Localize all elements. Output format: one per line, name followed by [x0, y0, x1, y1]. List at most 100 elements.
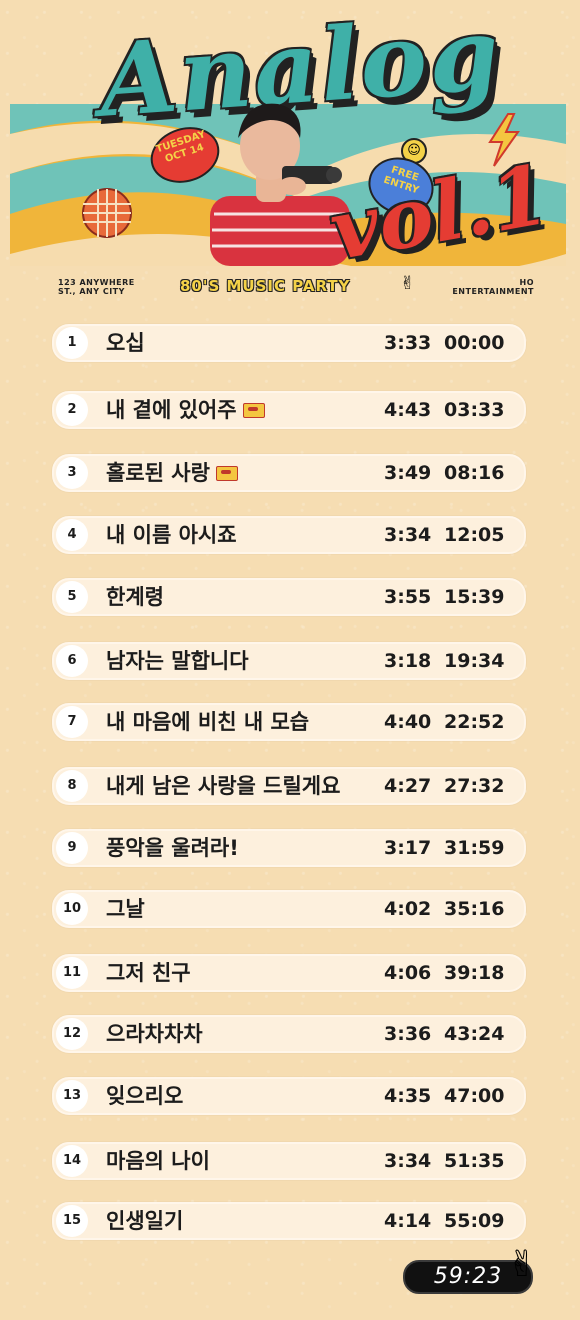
- track-start-time: 00:00: [444, 332, 505, 354]
- track-number: 10: [56, 893, 88, 925]
- track-title: 내 곁에 있어주: [106, 393, 265, 427]
- track-duration: 3:49: [384, 462, 432, 484]
- track-start-time: 19:34: [444, 650, 505, 672]
- track-number: 9: [56, 832, 88, 864]
- track-title-text: 내 마음에 비친 내 모습: [106, 710, 310, 734]
- track-row[interactable]: 14 마음의 나이 3:34 51:35: [52, 1142, 526, 1180]
- track-number: 7: [56, 706, 88, 738]
- track-start-time: 51:35: [444, 1150, 505, 1172]
- track-title-text: 내 이름 아시죠: [106, 523, 237, 547]
- track-title: 그날: [106, 892, 145, 926]
- track-row[interactable]: 10 그날 4:02 35:16: [52, 890, 526, 928]
- track-title-text: 홀로된 사랑: [106, 461, 210, 485]
- track-row[interactable]: 3 홀로된 사랑 3:49 08:16: [52, 454, 526, 492]
- track-number: 4: [56, 519, 88, 551]
- track-start-time: 12:05: [444, 524, 505, 546]
- track-title: 한계령: [106, 580, 164, 614]
- track-title-text: 잊으리오: [106, 1084, 184, 1108]
- track-title: 그저 친구: [106, 956, 191, 990]
- track-title-text: 으라차차차: [106, 1022, 203, 1046]
- track-row[interactable]: 12 으라차차차 3:36 43:24: [52, 1015, 526, 1053]
- track-title: 남자는 말합니다: [106, 644, 249, 678]
- track-duration: 3:17: [384, 837, 432, 859]
- track-number: 1: [56, 327, 88, 359]
- venue-address: 123 ANYWHERE ST., ANY CITY: [58, 278, 135, 297]
- track-title-text: 그날: [106, 897, 145, 921]
- track-start-time: 15:39: [444, 586, 505, 608]
- track-start-time: 27:32: [444, 775, 505, 797]
- track-row[interactable]: 6 남자는 말합니다 3:18 19:34: [52, 642, 526, 680]
- disco-ball-icon: [82, 188, 132, 238]
- track-title: 잊으리오: [106, 1079, 183, 1113]
- track-start-time: 08:16: [444, 462, 505, 484]
- track-number: 11: [56, 957, 88, 989]
- organizer: HO ENTERTAINMENT: [446, 278, 534, 297]
- track-title: 내게 남은 사랑을 드릴게요: [106, 769, 340, 803]
- track-row[interactable]: 4 내 이름 아시죠 3:34 12:05: [52, 516, 526, 554]
- track-row[interactable]: 13 잊으리오 4:35 47:00: [52, 1077, 526, 1115]
- track-title: 마음의 나이: [106, 1144, 210, 1178]
- track-duration: 4:43: [384, 399, 432, 421]
- track-title-text: 인생일기: [106, 1209, 184, 1233]
- track-row[interactable]: 1 오십 3:33 00:00: [52, 324, 526, 362]
- track-title-text: 마음의 나이: [106, 1149, 210, 1173]
- track-duration: 3:33: [384, 332, 432, 354]
- track-row[interactable]: 5 한계령 3:55 15:39: [52, 578, 526, 616]
- track-duration: 4:14: [384, 1210, 432, 1232]
- track-number: 12: [56, 1018, 88, 1050]
- track-duration: 4:06: [384, 962, 432, 984]
- track-start-time: 35:16: [444, 898, 505, 920]
- track-title: 풍악을 울려라!: [106, 831, 239, 865]
- track-start-time: 39:18: [444, 962, 505, 984]
- track-duration: 3:55: [384, 586, 432, 608]
- track-title: 인생일기: [106, 1204, 183, 1238]
- track-duration: 4:40: [384, 711, 432, 733]
- track-title-text: 그저 친구: [106, 961, 191, 985]
- cassette-tape-icon: [215, 466, 238, 481]
- track-duration: 4:02: [384, 898, 432, 920]
- track-number: 13: [56, 1080, 88, 1112]
- track-title: 내 마음에 비친 내 모습: [106, 705, 309, 739]
- track-title-text: 한계령: [106, 585, 164, 609]
- track-duration: 4:27: [384, 775, 432, 797]
- track-duration: 3:36: [384, 1023, 432, 1045]
- track-title-text: 오십: [106, 331, 145, 355]
- track-duration: 4:35: [384, 1085, 432, 1107]
- track-start-time: 22:52: [444, 711, 505, 733]
- track-start-time: 55:09: [444, 1210, 505, 1232]
- organizer-line-2: ENTERTAINMENT: [452, 286, 534, 296]
- track-title-text: 내게 남은 사랑을 드릴게요: [106, 774, 341, 798]
- track-title: 오십: [106, 326, 145, 360]
- address-line-2: ST., ANY CITY: [58, 286, 125, 296]
- track-duration: 3:34: [384, 524, 432, 546]
- track-row[interactable]: 8 내게 남은 사랑을 드릴게요 4:27 27:32: [52, 767, 526, 805]
- header-poster: Analog TUESDAY OCT 14 ☺ FREE ENTRY vol.1…: [0, 0, 580, 310]
- track-row[interactable]: 9 풍악을 울려라! 3:17 31:59: [52, 829, 526, 867]
- peace-hand-icon: ✌: [400, 273, 416, 294]
- track-number: 5: [56, 581, 88, 613]
- peace-hand-icon: ✌: [507, 1244, 538, 1285]
- track-start-time: 31:59: [444, 837, 505, 859]
- track-title-text: 내 곁에 있어주: [106, 398, 237, 422]
- track-row[interactable]: 2 내 곁에 있어주 4:43 03:33: [52, 391, 526, 429]
- track-row[interactable]: 11 그저 친구 4:06 39:18: [52, 954, 526, 992]
- track-title: 홀로된 사랑: [106, 456, 238, 490]
- track-number: 8: [56, 770, 88, 802]
- cassette-tape-icon: [242, 403, 265, 418]
- track-number: 6: [56, 645, 88, 677]
- track-duration: 3:34: [384, 1150, 432, 1172]
- track-title-text: 풍악을 울려라!: [106, 836, 239, 860]
- track-title: 내 이름 아시죠: [106, 518, 237, 552]
- track-title: 으라차차차: [106, 1017, 203, 1051]
- party-subtitle: 80'S MUSIC PARTY: [180, 277, 351, 295]
- track-start-time: 43:24: [444, 1023, 505, 1045]
- track-duration: 3:18: [384, 650, 432, 672]
- track-start-time: 47:00: [444, 1085, 505, 1107]
- track-number: 15: [56, 1205, 88, 1237]
- track-number: 3: [56, 457, 88, 489]
- track-number: 2: [56, 394, 88, 426]
- track-title-text: 남자는 말합니다: [106, 649, 249, 673]
- track-number: 14: [56, 1145, 88, 1177]
- track-row[interactable]: 7 내 마음에 비친 내 모습 4:40 22:52: [52, 703, 526, 741]
- track-row[interactable]: 15 인생일기 4:14 55:09: [52, 1202, 526, 1240]
